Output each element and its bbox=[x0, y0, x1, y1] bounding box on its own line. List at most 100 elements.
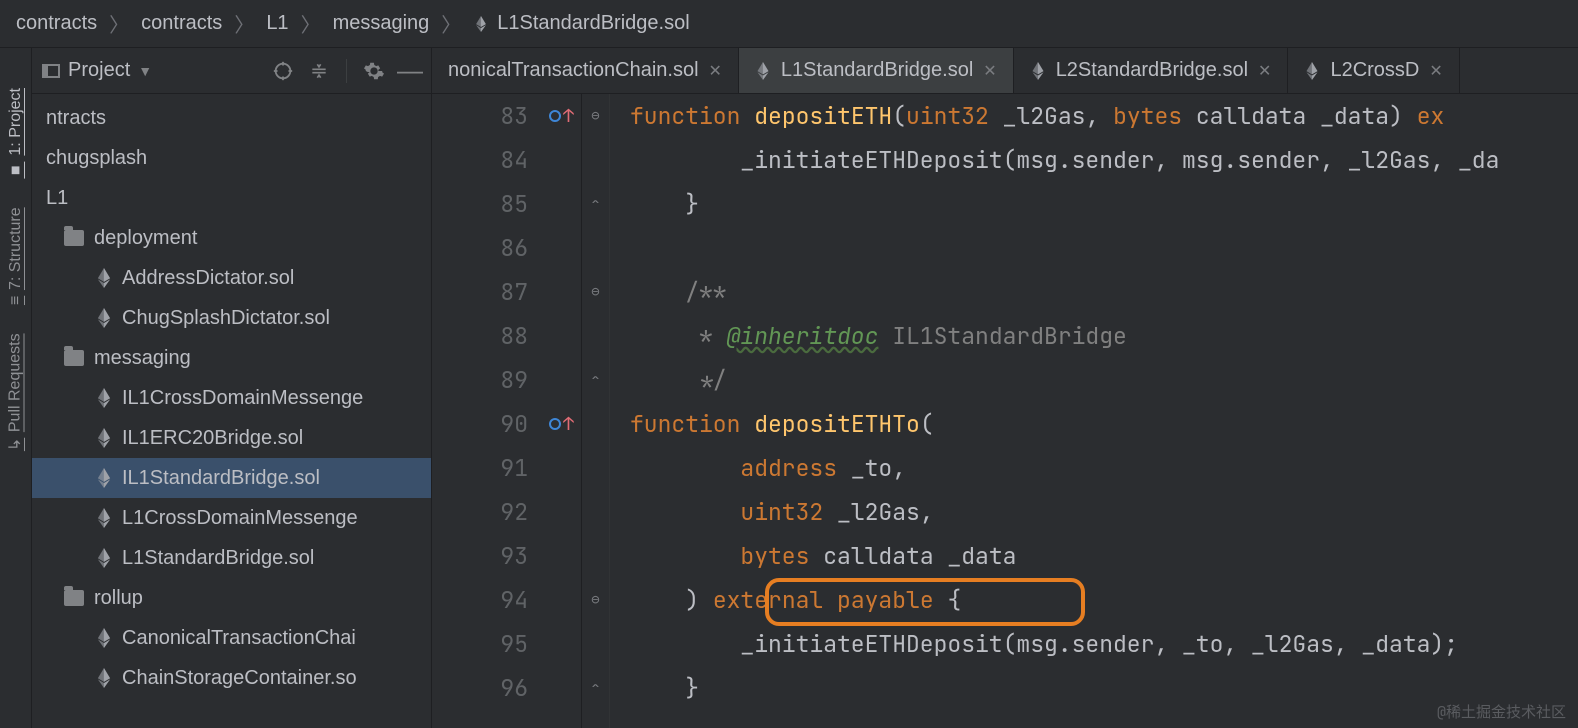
folder-icon bbox=[64, 350, 84, 366]
breadcrumb-item[interactable]: contracts bbox=[16, 12, 97, 35]
editor-tab[interactable]: nonicalTransactionChain.sol✕ bbox=[432, 48, 739, 93]
line-number[interactable]: 96 bbox=[500, 666, 528, 710]
tree-item-label: AddressDictator.sol bbox=[122, 267, 294, 290]
hide-icon[interactable]: — bbox=[399, 60, 421, 82]
fold-cell[interactable]: ⊖ bbox=[591, 578, 599, 622]
chevron-right-icon: 〉 bbox=[234, 9, 254, 38]
project-tree[interactable]: ntracts chugsplash L1 deployment AddressDict… bbox=[32, 94, 431, 728]
fold-toggle-icon[interactable]: ⌃ bbox=[591, 195, 599, 213]
breadcrumb-item[interactable]: L1 bbox=[266, 12, 288, 35]
tree-item[interactable]: chugsplash bbox=[32, 138, 431, 178]
tree-item-label: IL1StandardBridge.sol bbox=[122, 467, 320, 490]
line-number[interactable]: 95 bbox=[500, 622, 528, 666]
ethereum-icon bbox=[755, 62, 771, 80]
tree-item[interactable]: ChainStorageContainer.so bbox=[32, 658, 431, 698]
ethereum-icon bbox=[96, 308, 112, 328]
tree-item[interactable]: messaging bbox=[32, 338, 431, 378]
line-number[interactable]: 84 bbox=[500, 138, 528, 182]
line-number[interactable]: 85 bbox=[500, 182, 528, 226]
fold-cell[interactable]: ⊖ bbox=[591, 94, 599, 138]
tree-item-label: L1StandardBridge.sol bbox=[122, 547, 314, 570]
project-title[interactable]: Project ▼ bbox=[42, 59, 152, 82]
ethereum-icon bbox=[473, 16, 489, 32]
fold-toggle-icon[interactable]: ⊖ bbox=[591, 283, 599, 301]
line-number[interactable]: 83 bbox=[500, 94, 528, 138]
editor-tab[interactable]: L1StandardBridge.sol ✕ bbox=[739, 48, 1014, 93]
line-number[interactable]: 92 bbox=[500, 490, 528, 534]
close-icon[interactable]: ✕ bbox=[1429, 61, 1442, 81]
tab-label: L2StandardBridge.sol bbox=[1056, 59, 1248, 82]
tree-item[interactable]: ntracts bbox=[32, 98, 431, 138]
tree-item[interactable]: L1StandardBridge.sol bbox=[32, 538, 431, 578]
breadcrumb-item[interactable]: contracts bbox=[141, 12, 222, 35]
fold-toggle-icon[interactable]: ⊖ bbox=[591, 591, 599, 609]
editor-tab[interactable]: L2StandardBridge.sol ✕ bbox=[1014, 48, 1289, 93]
tab-label: L1StandardBridge.sol bbox=[781, 59, 973, 82]
line-number[interactable]: 91 bbox=[500, 446, 528, 490]
tree-item-label: chugsplash bbox=[46, 147, 147, 170]
line-number[interactable]: 90 bbox=[500, 402, 528, 446]
chevron-right-icon: 〉 bbox=[441, 9, 461, 38]
override-marker-icon[interactable]: ↑ bbox=[549, 413, 574, 436]
tool-pull-requests[interactable]: ↳ Pull Requests bbox=[6, 333, 25, 451]
breadcrumb-item[interactable]: L1StandardBridge.sol bbox=[473, 12, 689, 35]
line-number[interactable]: 88 bbox=[500, 314, 528, 358]
chevron-right-icon: 〉 bbox=[109, 9, 129, 38]
gear-icon[interactable] bbox=[363, 60, 385, 82]
ethereum-icon bbox=[96, 628, 112, 648]
tool-structure[interactable]: ≡ 7: Structure bbox=[7, 207, 25, 305]
editor-tab[interactable]: L2CrossD✕ bbox=[1288, 48, 1459, 93]
ide-root: contracts 〉 contracts 〉 L1 〉 messaging 〉… bbox=[0, 0, 1578, 728]
fold-cell[interactable]: ⌃ bbox=[591, 358, 599, 402]
fold-cell[interactable]: ⌃ bbox=[591, 666, 599, 710]
line-number[interactable]: 87 bbox=[500, 270, 528, 314]
tree-item-label: IL1CrossDomainMessenge bbox=[122, 387, 363, 410]
line-number[interactable]: 86 bbox=[500, 226, 528, 270]
marker-gutter[interactable]: ↑↑ bbox=[542, 94, 582, 728]
override-marker-icon[interactable]: ↑ bbox=[549, 105, 574, 128]
tree-item-label: ChainStorageContainer.so bbox=[122, 667, 357, 690]
tree-item[interactable]: CanonicalTransactionChai bbox=[32, 618, 431, 658]
line-number-gutter[interactable]: 8384858687888990919293949596 bbox=[432, 94, 542, 728]
ethereum-icon bbox=[96, 428, 112, 448]
ethereum-icon bbox=[1304, 62, 1320, 80]
close-icon[interactable]: ✕ bbox=[709, 61, 722, 81]
ethereum-icon bbox=[96, 548, 112, 568]
tree-item-label: deployment bbox=[94, 227, 197, 250]
tree-item[interactable]: L1 bbox=[32, 178, 431, 218]
tree-item[interactable]: IL1ERC20Bridge.sol bbox=[32, 418, 431, 458]
tree-item[interactable]: ChugSplashDictator.sol bbox=[32, 298, 431, 338]
tree-item-label: rollup bbox=[94, 587, 143, 610]
tool-project[interactable]: ■ 1: Project bbox=[7, 88, 25, 179]
tree-item[interactable]: rollup bbox=[32, 578, 431, 618]
target-icon[interactable] bbox=[272, 60, 294, 82]
close-icon[interactable]: ✕ bbox=[983, 61, 996, 81]
ethereum-icon bbox=[96, 668, 112, 688]
line-number[interactable]: 94 bbox=[500, 578, 528, 622]
fold-toggle-icon[interactable]: ⌃ bbox=[591, 371, 599, 389]
close-icon[interactable]: ✕ bbox=[1258, 61, 1271, 81]
fold-gutter[interactable]: ⊖ ⌃ ⊖ ⌃ ⊖ ⌃ bbox=[582, 94, 610, 728]
fold-toggle-icon[interactable]: ⌃ bbox=[591, 679, 599, 697]
editor-area: nonicalTransactionChain.sol✕L1StandardBr… bbox=[432, 48, 1578, 728]
tree-item-label: L1 bbox=[46, 187, 68, 210]
fold-cell[interactable]: ⊖ bbox=[591, 270, 599, 314]
tool-rail: ■ 1: Project ≡ 7: Structure ↳ Pull Reque… bbox=[0, 48, 32, 728]
watermark: @稀土掘金技术社区 bbox=[1437, 701, 1566, 722]
line-number[interactable]: 89 bbox=[500, 358, 528, 402]
marker-cell[interactable]: ↑ bbox=[549, 402, 574, 446]
tree-item[interactable]: IL1CrossDomainMessenge bbox=[32, 378, 431, 418]
fold-cell[interactable]: ⌃ bbox=[591, 182, 599, 226]
marker-cell[interactable]: ↑ bbox=[549, 94, 574, 138]
chevron-right-icon: 〉 bbox=[301, 9, 321, 38]
collapse-all-icon[interactable] bbox=[308, 60, 330, 82]
breadcrumb-item[interactable]: messaging bbox=[333, 12, 430, 35]
tree-item[interactable]: L1CrossDomainMessenge bbox=[32, 498, 431, 538]
code-view[interactable]: function depositETH(uint32 _l2Gas, bytes… bbox=[610, 94, 1578, 728]
tree-item-label: messaging bbox=[94, 347, 191, 370]
line-number[interactable]: 93 bbox=[500, 534, 528, 578]
fold-toggle-icon[interactable]: ⊖ bbox=[591, 107, 599, 125]
tree-item[interactable]: AddressDictator.sol bbox=[32, 258, 431, 298]
tree-item[interactable]: IL1StandardBridge.sol bbox=[32, 458, 431, 498]
tree-item[interactable]: deployment bbox=[32, 218, 431, 258]
